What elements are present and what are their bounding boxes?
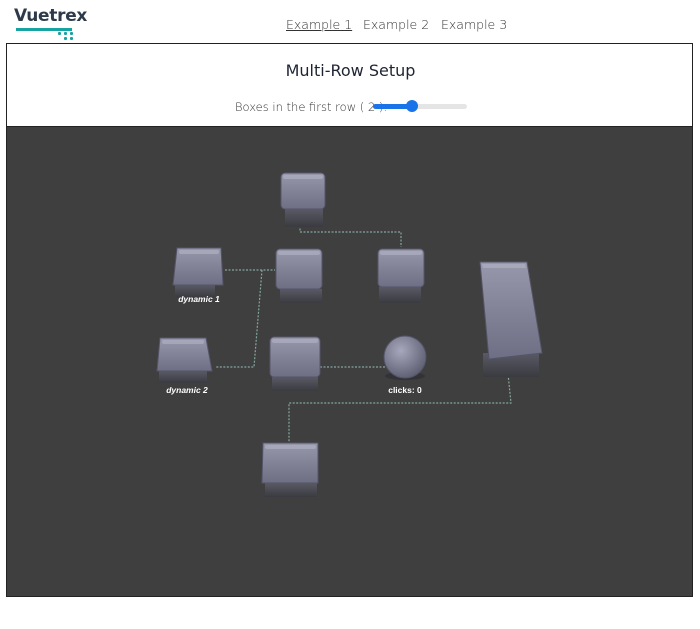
box-node[interactable] [261,442,319,497]
brand-name: Vuetrex [14,6,88,26]
nav-example-3[interactable]: Example 3 [441,17,507,32]
box-node[interactable] [377,248,425,303]
box-node-dynamic-2[interactable] [156,337,213,383]
3d-scene-canvas[interactable]: dynamic 1 dynamic 2 clicks: 0 [6,126,693,597]
box-node[interactable] [280,172,326,227]
nav-example-1[interactable]: Example 1 [286,17,352,32]
click-sphere-node[interactable] [383,335,427,380]
box-node[interactable] [275,248,323,303]
slider-thumb[interactable] [406,100,418,112]
box-node[interactable] [269,336,321,391]
vuetrex-logo[interactable]: Vuetrex [14,6,87,40]
slider-label: Boxes in the first row ( 2 ): [235,100,388,114]
top-navigation-bar: Vuetrex Example 1 Example 2 Example 3 [0,0,700,44]
logo-dots-icon [58,32,84,42]
tall-box-node[interactable] [479,261,543,377]
box-node-dynamic-1[interactable] [172,247,224,297]
boxes-slider[interactable] [373,100,467,112]
label-clicks: clicks: 0 [388,385,422,395]
page-title: Multi-Row Setup [285,61,416,80]
scene-svg: dynamic 1 dynamic 2 clicks: 0 [156,172,543,497]
logo-underline [16,28,72,31]
nav-example-2[interactable]: Example 2 [363,17,429,32]
setup-panel: Multi-Row Setup Boxes in the first row (… [6,43,693,126]
connection-lines [215,211,512,445]
label-dynamic-2: dynamic 2 [166,385,208,395]
label-dynamic-1: dynamic 1 [178,294,220,304]
